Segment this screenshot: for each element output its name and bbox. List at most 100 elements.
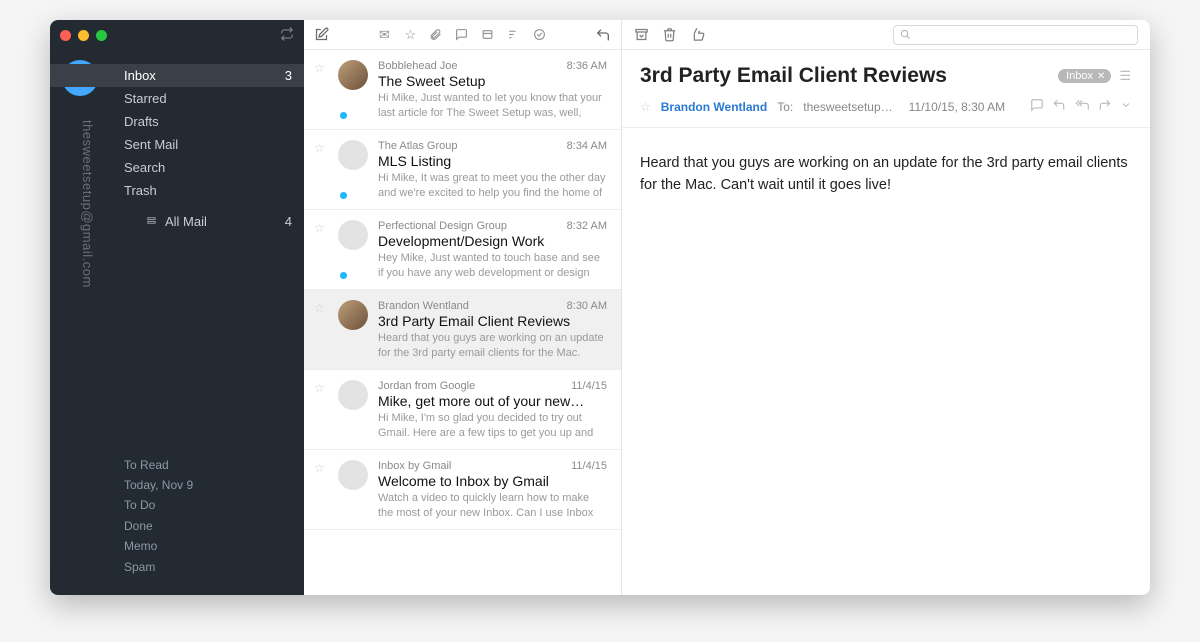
sidebar-tag[interactable]: Today, Nov 9 (124, 475, 304, 495)
message-subject: Mike, get more out of your new… (378, 393, 607, 409)
archive-button[interactable] (634, 27, 650, 42)
message-row[interactable]: ☆ Brandon Wentland 8:30 AM3rd Party Email … (304, 290, 621, 370)
message-list-pane: ✉ ☆ ☆Bobblehead Joe8:36 AMThe Sweet Setu (304, 20, 622, 595)
message-subject: The Sweet Setup (378, 73, 607, 89)
folder-label: Search (124, 160, 165, 175)
minimize-window-button[interactable] (78, 30, 89, 41)
sender-name: The Atlas Group (378, 140, 458, 152)
account-email-label: thesweetsetup@gmail.com (80, 120, 95, 288)
message-preview: Heard that you guys are working on an up… (378, 331, 607, 359)
sender-avatar (338, 140, 368, 170)
message-time: 8:30 AM (567, 300, 607, 312)
folder-label: Inbox (124, 68, 156, 83)
sync-icon[interactable] (280, 27, 294, 44)
message-preview: Hey Mike, Just wanted to touch base and … (378, 251, 607, 279)
sender-name: Inbox by Gmail (378, 460, 451, 472)
compose-button[interactable] (314, 27, 330, 42)
unread-dot (340, 112, 347, 119)
reader-pane: 3rd Party Email Client Reviews Inbox ✕ ☰… (622, 20, 1150, 595)
to-label: To: (777, 100, 793, 114)
message-row[interactable]: ☆Bobblehead Joe8:36 AMThe Sweet SetupHi … (304, 50, 621, 130)
sender-name: Brandon Wentland (378, 300, 469, 312)
sidebar-folder-starred[interactable]: Starred (50, 87, 304, 110)
message-time: 11/4/15 (571, 380, 607, 392)
message-row[interactable]: ☆ The Atlas Group 8:34 AMMLS Listing Hi Mik… (304, 130, 621, 210)
message-subject: MLS Listing (378, 153, 607, 169)
star-icon[interactable]: ☆ (314, 300, 328, 359)
reply-icon[interactable] (1052, 98, 1066, 115)
star-icon[interactable]: ☆ (314, 460, 328, 519)
folder-badge-label: Inbox (1066, 70, 1093, 82)
subfolder-label: All Mail (165, 214, 207, 229)
message-row[interactable]: ☆ Jordan from Google 11/4/15Mike, get more… (304, 370, 621, 450)
star-button[interactable]: ☆ (640, 100, 651, 114)
tags-list: To ReadToday, Nov 9To DoDoneMemoSpam (50, 455, 304, 595)
sender-name: Jordan from Google (378, 380, 475, 392)
message-row[interactable]: ☆Perfectional Design Group8:32 AMDevelop… (304, 210, 621, 290)
folder-badge[interactable]: Inbox ✕ (1058, 69, 1111, 83)
trash-button[interactable] (662, 27, 678, 42)
list-toolbar: ✉ ☆ (304, 20, 621, 50)
sender-avatar (338, 220, 368, 250)
folder-label: Trash (124, 183, 157, 198)
sender-name: Bobblehead Joe (378, 60, 458, 72)
unread-dot (340, 192, 347, 199)
attachment-icon[interactable] (429, 28, 445, 41)
check-icon[interactable] (533, 28, 549, 41)
reply-all-icon[interactable] (1074, 98, 1090, 115)
message-subject: Development/Design Work (378, 233, 607, 249)
close-icon[interactable]: ✕ (1097, 71, 1105, 82)
message-body: Heard that you guys are working on an up… (622, 128, 1150, 221)
envelope-icon[interactable]: ✉ (377, 27, 393, 43)
message-meta: ☆ Brandon Wentland To: thesweetsetup… 11… (622, 94, 1150, 128)
unread-dot (340, 272, 347, 279)
star-icon[interactable]: ☆ (314, 140, 328, 199)
search-field[interactable] (893, 25, 1138, 45)
message-row[interactable]: ☆Inbox by Gmail11/4/15Welcome to Inbox b… (304, 450, 621, 530)
message-time: 8:36 AM (567, 60, 607, 72)
message-to: thesweetsetup… (803, 100, 892, 114)
chevron-down-icon[interactable] (1120, 98, 1132, 115)
reader-header: 3rd Party Email Client Reviews Inbox ✕ ☰ (622, 50, 1150, 94)
sidebar-folder-inbox[interactable]: Inbox 3 (50, 64, 304, 87)
folder-label: Starred (124, 91, 167, 106)
sender-avatar (338, 300, 368, 330)
sidebar-tag[interactable]: Done (124, 516, 304, 536)
app-window: THE SWEET SETUP thesweetsetup@gmail.com … (50, 20, 1150, 595)
stack-icon (146, 215, 157, 229)
message-time: 8:32 AM (567, 220, 607, 232)
sender-avatar (338, 380, 368, 410)
folder-count: 3 (285, 68, 292, 83)
message-title: 3rd Party Email Client Reviews (640, 64, 947, 88)
sidebar-tag[interactable]: Memo (124, 536, 304, 556)
star-icon[interactable]: ☆ (314, 220, 328, 279)
sender-avatar (338, 60, 368, 90)
folder-label: Sent Mail (124, 137, 178, 152)
star-icon[interactable]: ☆ (314, 60, 328, 119)
search-input[interactable] (916, 28, 1131, 42)
star-icon[interactable]: ☆ (314, 380, 328, 439)
message-from[interactable]: Brandon Wentland (661, 100, 767, 114)
conversation-icon[interactable] (1030, 98, 1044, 115)
forward-icon[interactable] (1098, 98, 1112, 115)
menu-icon[interactable]: ☰ (1119, 68, 1132, 84)
zoom-window-button[interactable] (96, 30, 107, 41)
star-icon[interactable]: ☆ (403, 27, 419, 43)
message-subject: 3rd Party Email Client Reviews (378, 313, 607, 329)
comment-icon[interactable] (455, 28, 471, 41)
sidebar-tag[interactable]: To Do (124, 495, 304, 515)
folder-label: Drafts (124, 114, 159, 129)
tag-icon[interactable] (481, 28, 497, 41)
sender-avatar (338, 460, 368, 490)
message-time: 8:34 AM (567, 140, 607, 152)
filter-icon[interactable] (507, 28, 523, 41)
close-window-button[interactable] (60, 30, 71, 41)
message-preview: Hi Mike, I'm so glad you decided to try … (378, 411, 607, 439)
sidebar-tag[interactable]: Spam (124, 557, 304, 577)
sidebar-tag[interactable]: To Read (124, 455, 304, 475)
message-preview: Hi Mike, It was great to meet you the ot… (378, 171, 607, 199)
window-controls (60, 30, 107, 41)
reply-icon[interactable] (595, 27, 611, 43)
subfolder-count: 4 (285, 214, 292, 229)
spam-button[interactable] (690, 27, 706, 42)
